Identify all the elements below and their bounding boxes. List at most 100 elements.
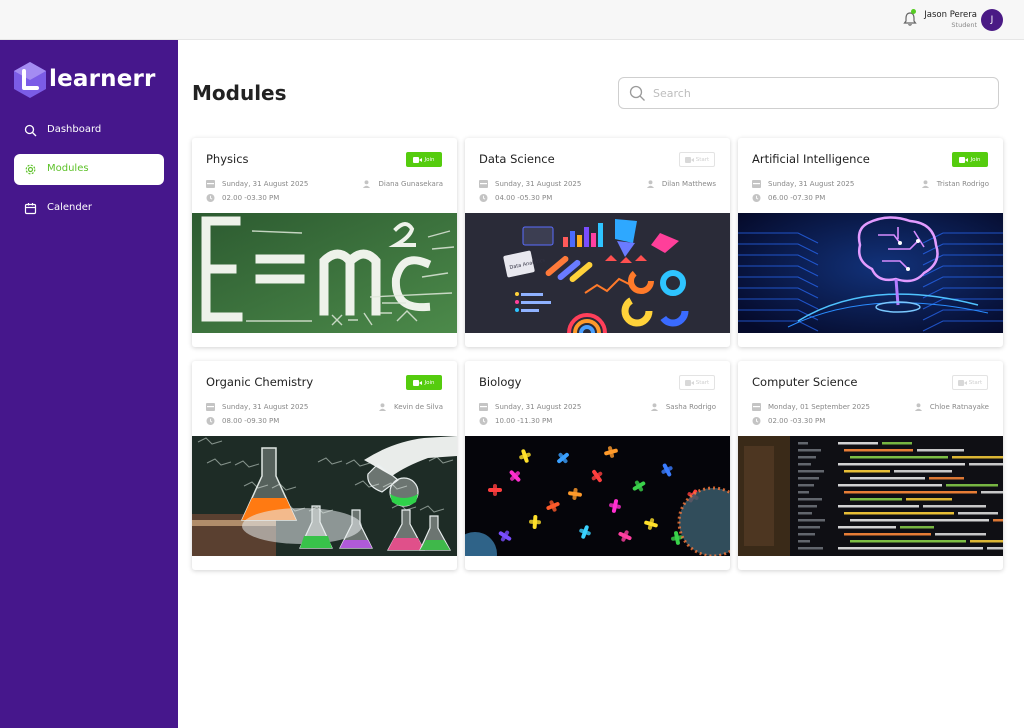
module-title: Computer Science xyxy=(752,375,858,389)
gear-icon xyxy=(25,164,36,175)
button-label: Start xyxy=(968,379,983,386)
sidebar-item-calender[interactable]: Calender xyxy=(14,193,164,224)
date-text: Sunday, 31 August 2025 xyxy=(222,403,309,411)
clock-icon xyxy=(206,194,215,202)
page-title: Modules xyxy=(192,81,287,105)
module-lecturer: Tristan Rodrigo xyxy=(921,180,989,188)
calendar-icon xyxy=(479,403,488,411)
calendar-icon xyxy=(479,180,488,188)
module-date: Sunday, 31 August 2025 xyxy=(752,180,854,188)
module-time: 06.00 -07.30 PM xyxy=(752,194,825,202)
lecturer-name: Dilan Matthews xyxy=(661,180,716,188)
user-icon xyxy=(363,180,371,188)
search-icon xyxy=(24,124,37,137)
module-image-data-analytics[interactable]: Data Analytics xyxy=(465,213,730,333)
user-name: Jason Perera xyxy=(924,10,977,20)
module-date: Monday, 01 September 2025 xyxy=(752,403,870,411)
sidebar-item-label: Modules xyxy=(47,163,89,174)
user-icon xyxy=(378,403,387,411)
clock-icon xyxy=(752,194,761,202)
date-text: Sunday, 31 August 2025 xyxy=(222,180,309,188)
date-text: Sunday, 31 August 2025 xyxy=(495,403,582,411)
user-icon xyxy=(646,180,654,188)
clock-icon xyxy=(479,417,488,425)
logo-icon xyxy=(14,62,46,98)
module-card[interactable]: Physics Join Sunday, 31 August 2025 02.0… xyxy=(192,138,457,347)
video-camera-icon xyxy=(959,156,969,163)
time-text: 06.00 -07.30 PM xyxy=(768,194,826,202)
logo-text: learnerr xyxy=(49,66,156,92)
module-image-chalkboard-equation[interactable] xyxy=(192,213,457,333)
button-label: Join xyxy=(424,379,435,386)
time-text: 02.00 -03.30 PM xyxy=(222,194,280,202)
user-icon xyxy=(650,403,658,411)
module-date: Sunday, 31 August 2025 xyxy=(206,403,308,411)
sidebar-item-dashboard[interactable]: Dashboard xyxy=(14,115,164,146)
sidebar-item-modules[interactable]: Modules xyxy=(14,154,164,185)
module-lecturer: Diana Gunasekara xyxy=(362,180,443,188)
module-image-lab-flasks[interactable] xyxy=(192,436,457,556)
video-camera-icon xyxy=(413,379,423,386)
user-icon xyxy=(921,180,929,188)
module-lecturer: Kevin de Silva xyxy=(378,403,443,411)
module-card[interactable]: Computer Science Start Monday, 01 Septem… xyxy=(738,361,1003,570)
calendar-icon xyxy=(24,203,37,215)
sidebar: learnerr Dashboard Modules Calender xyxy=(0,40,178,728)
module-time: 02.00 -03.30 PM xyxy=(752,417,825,425)
join-button[interactable]: Join xyxy=(406,152,442,167)
module-date: Sunday, 31 August 2025 xyxy=(206,180,308,188)
user-role: Student xyxy=(951,21,977,29)
video-camera-icon xyxy=(684,156,694,163)
button-label: Join xyxy=(970,156,981,163)
sidebar-item-label: Dashboard xyxy=(47,124,102,135)
time-text: 02.00 -03.30 PM xyxy=(768,417,826,425)
date-text: Sunday, 31 August 2025 xyxy=(495,180,582,188)
search-input[interactable] xyxy=(653,78,983,108)
start-button[interactable]: Start xyxy=(679,375,715,390)
lecturer-name: Diana Gunasekara xyxy=(378,180,443,188)
module-date: Sunday, 31 August 2025 xyxy=(479,180,581,188)
clock-icon xyxy=(479,194,488,202)
date-text: Sunday, 31 August 2025 xyxy=(768,180,855,188)
join-button[interactable]: Join xyxy=(952,152,988,167)
module-time: 04.00 -05.30 PM xyxy=(479,194,552,202)
lecturer-name: Sasha Rodrigo xyxy=(665,403,716,411)
lecturer-name: Chloe Ratnayake xyxy=(929,403,989,411)
module-time: 10.00 -11.30 PM xyxy=(479,417,552,425)
module-card[interactable]: Artificial Intelligence Join Sunday, 31 … xyxy=(738,138,1003,347)
button-label: Start xyxy=(695,379,710,386)
time-text: 08.00 -09.30 PM xyxy=(222,417,280,425)
start-button[interactable]: Start xyxy=(679,152,715,167)
button-label: Join xyxy=(424,156,435,163)
video-camera-icon xyxy=(684,379,694,386)
module-time: 02.00 -03.30 PM xyxy=(206,194,279,202)
button-label: Start xyxy=(695,156,710,163)
module-date: Sunday, 31 August 2025 xyxy=(479,403,581,411)
module-card[interactable]: Organic Chemistry Join Sunday, 31 August… xyxy=(192,361,457,570)
lecturer-name: Kevin de Silva xyxy=(393,403,443,411)
module-image-code-screen[interactable] xyxy=(738,436,1003,556)
video-camera-icon xyxy=(957,379,967,386)
avatar[interactable]: J xyxy=(981,9,1003,31)
module-title: Physics xyxy=(206,152,249,166)
sidebar-item-label: Calender xyxy=(47,202,92,213)
module-image-chromosomes[interactable] xyxy=(465,436,730,556)
join-button[interactable]: Join xyxy=(406,375,442,390)
bell-icon[interactable] xyxy=(902,11,918,27)
date-text: Monday, 01 September 2025 xyxy=(768,403,870,411)
module-title: Data Science xyxy=(479,152,555,166)
video-camera-icon xyxy=(413,156,423,163)
user-icon xyxy=(914,403,922,411)
module-card[interactable]: Biology Start Sunday, 31 August 2025 10.… xyxy=(465,361,730,570)
module-lecturer: Dilan Matthews xyxy=(646,180,716,188)
module-time: 08.00 -09.30 PM xyxy=(206,417,279,425)
clock-icon xyxy=(752,417,761,425)
module-card[interactable]: Data Science Start Sunday, 31 August 202… xyxy=(465,138,730,347)
start-button[interactable]: Start xyxy=(952,375,988,390)
module-image-neon-brain[interactable] xyxy=(738,213,1003,333)
lecturer-name: Tristan Rodrigo xyxy=(936,180,989,188)
calendar-icon xyxy=(752,403,761,411)
search-icon xyxy=(629,85,645,101)
search-box[interactable] xyxy=(618,77,999,109)
calendar-icon xyxy=(206,403,215,411)
